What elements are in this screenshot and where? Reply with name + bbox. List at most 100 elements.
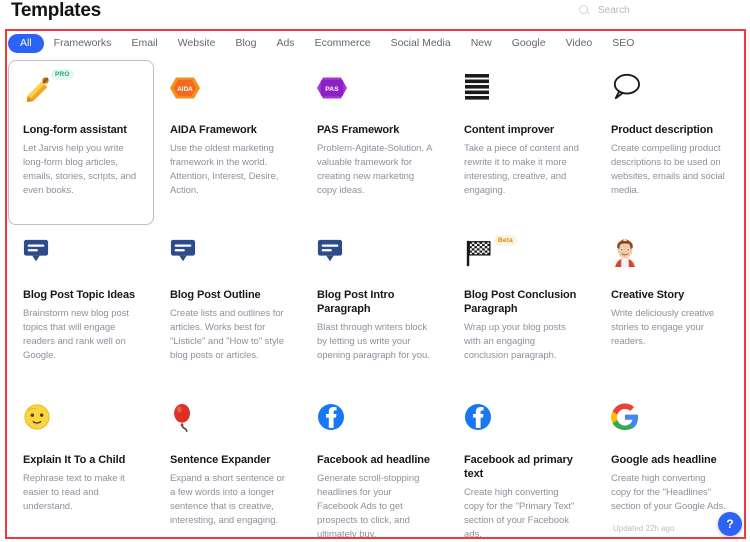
card-description: Wrap up your blog posts with an engaging… xyxy=(464,322,566,361)
card-icon-wrap: AIDA xyxy=(170,73,286,121)
card-icon-wrap: PAS xyxy=(317,73,433,121)
card-icon-wrap xyxy=(611,238,727,286)
help-button[interactable]: ? xyxy=(718,512,742,536)
card-description: Brainstorm new blog post topics that wil… xyxy=(23,308,129,361)
card-description: Use the oldest marketing framework in th… xyxy=(170,143,279,196)
template-card[interactable]: Blog Post Intro Paragraph Blast through w… xyxy=(302,225,448,390)
card-title: Explain It To a Child xyxy=(23,454,126,466)
template-card[interactable]: PAS PAS Framework Problem-Agitate-Solutio… xyxy=(302,60,448,225)
aida-badge-icon: AIDA xyxy=(170,73,200,103)
card-description: Create high converting copy for the "Hea… xyxy=(611,473,726,512)
card-description: Blast through writers block by letting u… xyxy=(317,322,430,361)
facebook-icon xyxy=(317,403,345,431)
template-card[interactable]: Blog Post Topic Ideas Brainstorm new blog… xyxy=(8,225,154,390)
stacked-lines-icon xyxy=(464,73,490,101)
template-card[interactable]: Blog Post Outline Create lists and outlin… xyxy=(155,225,301,390)
svg-text:PAS: PAS xyxy=(325,86,339,93)
card-title: Facebook ad primary text xyxy=(464,454,573,480)
checkered-flag-icon xyxy=(464,238,494,268)
category-tabs: All Frameworks Email Website Blog Ads Ecommerc… xyxy=(8,32,743,55)
tab-video[interactable]: Video xyxy=(556,34,603,53)
card-description: Create compelling product descriptions t… xyxy=(611,143,725,196)
card-icon-wrap xyxy=(23,238,139,286)
card-icon-wrap: PRO xyxy=(23,69,139,121)
card-icon-wrap xyxy=(170,403,286,451)
template-card[interactable]: Beta Blog Post Conclusion Paragraph Wrap u… xyxy=(449,225,595,390)
search-icon xyxy=(579,5,590,16)
card-icon-wrap xyxy=(611,403,727,451)
card-title: Blog Post Conclusion Paragraph xyxy=(464,289,577,315)
header-search[interactable] xyxy=(579,5,688,16)
updated-note: Updated 22h ago xyxy=(613,524,675,533)
chat-lines-icon xyxy=(23,238,49,264)
card-description: Rephrase text to make it easier to read … xyxy=(23,473,125,512)
tab-new[interactable]: New xyxy=(461,34,502,53)
tab-ads[interactable]: Ads xyxy=(266,34,304,53)
facebook-icon xyxy=(464,403,492,431)
card-description: Let Jarvis help you write long-form blog… xyxy=(23,143,137,196)
tab-seo[interactable]: SEO xyxy=(602,34,644,53)
tab-blog[interactable]: Blog xyxy=(225,34,266,53)
card-description: Problem-Agitate-Solution. A valuable fra… xyxy=(317,143,432,196)
card-icon-wrap xyxy=(23,403,139,451)
chat-lines-icon xyxy=(170,238,196,264)
tab-all[interactable]: All xyxy=(8,34,44,53)
card-icon-wrap xyxy=(611,73,727,121)
card-title: PAS Framework xyxy=(317,124,400,136)
svg-text:AIDA: AIDA xyxy=(177,86,193,93)
search-input[interactable] xyxy=(598,5,688,16)
page-header: Templates xyxy=(0,0,750,29)
tab-google[interactable]: Google xyxy=(502,34,556,53)
card-description: Expand a short sentence or a few words i… xyxy=(170,473,285,526)
card-icon-wrap xyxy=(317,238,433,286)
card-icon-wrap: Beta xyxy=(464,235,580,286)
speech-bubble-icon xyxy=(611,73,641,101)
page-title: Templates xyxy=(11,0,101,21)
card-description: Generate scroll-stopping headlines for y… xyxy=(317,473,420,540)
card-icon-wrap xyxy=(464,403,580,451)
pas-badge-icon: PAS xyxy=(317,73,347,103)
card-description: Take a piece of content and rewrite it t… xyxy=(464,143,579,196)
pro-badge: PRO xyxy=(51,69,74,80)
card-title: Product description xyxy=(611,124,713,136)
card-icon-wrap xyxy=(317,403,433,451)
template-grid: PRO Long-form assistant Let Jarvis help yo… xyxy=(8,60,744,542)
card-icon-wrap xyxy=(464,73,580,121)
card-title: Facebook ad headline xyxy=(317,454,430,466)
writing-hand-icon xyxy=(23,73,53,103)
template-card[interactable]: AIDA AIDA Framework Use the oldest market… xyxy=(155,60,301,225)
template-card[interactable]: Product description Create compelling pro… xyxy=(596,60,742,225)
card-description: Create lists and outlines for articles. … xyxy=(170,308,284,361)
tab-ecommerce[interactable]: Ecommerce xyxy=(305,34,381,53)
tab-email[interactable]: Email xyxy=(121,34,167,53)
card-title: Blog Post Intro Paragraph xyxy=(317,289,395,315)
card-title: Sentence Expander xyxy=(170,454,271,466)
card-title: Blog Post Topic Ideas xyxy=(23,289,135,301)
balloon-icon xyxy=(170,403,196,433)
card-description: Create high converting copy for the "Pri… xyxy=(464,487,575,540)
template-card[interactable]: Facebook ad headline Generate scroll-stop… xyxy=(302,390,448,542)
card-title: Long-form assistant xyxy=(23,124,127,136)
baby-face-icon xyxy=(23,403,51,431)
template-card[interactable]: Creative Story Write deliciously creative… xyxy=(596,225,742,390)
tab-frameworks[interactable]: Frameworks xyxy=(44,34,122,53)
template-card[interactable]: Content improver Take a piece of content … xyxy=(449,60,595,225)
card-icon-wrap xyxy=(170,238,286,286)
card-title: AIDA Framework xyxy=(170,124,257,136)
google-icon xyxy=(611,403,639,431)
template-card[interactable]: Sentence Expander Expand a short sentence… xyxy=(155,390,301,542)
chat-lines-icon xyxy=(317,238,343,264)
tab-website[interactable]: Website xyxy=(168,34,226,53)
card-title: Content improver xyxy=(464,124,555,136)
template-card[interactable]: Explain It To a Child Rephrase text to ma… xyxy=(8,390,154,542)
card-title: Creative Story xyxy=(611,289,685,301)
template-card[interactable]: Facebook ad primary text Create high conv… xyxy=(449,390,595,542)
card-description: Write deliciously creative stories to en… xyxy=(611,308,715,347)
card-title: Google ads headline xyxy=(611,454,717,466)
storyteller-person-icon xyxy=(611,238,639,268)
card-title: Blog Post Outline xyxy=(170,289,261,301)
beta-badge: Beta xyxy=(494,235,517,246)
template-card[interactable]: PRO Long-form assistant Let Jarvis help yo… xyxy=(8,60,154,225)
templates-page: Templates AllFrameworksEmailWebsiteBlogA… xyxy=(0,0,750,542)
tab-social-media[interactable]: Social Media xyxy=(381,34,461,53)
